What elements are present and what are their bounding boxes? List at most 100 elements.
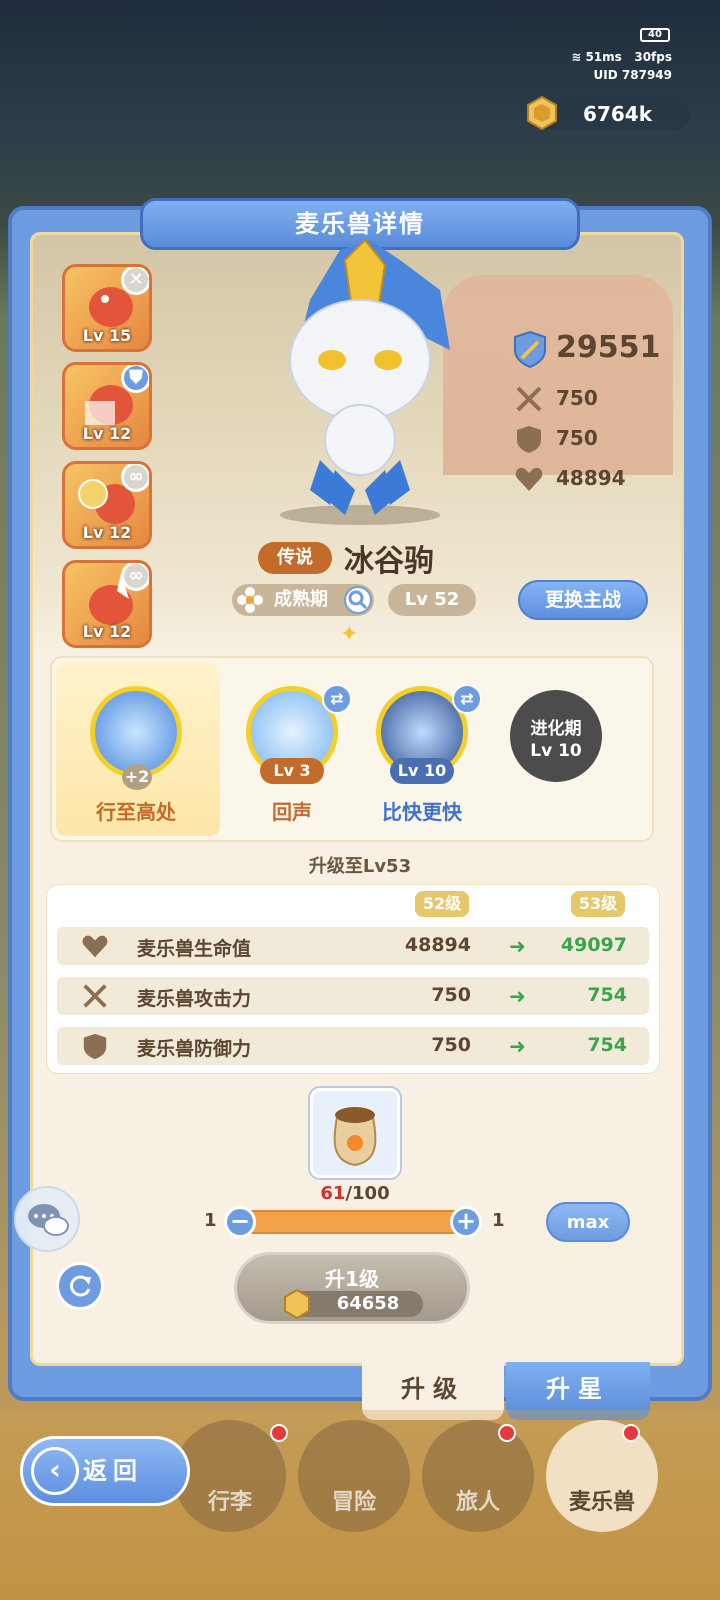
nav-item-traveler[interactable]: 旅人 [422,1420,534,1532]
material-item[interactable] [310,1088,400,1178]
pet-level: Lv 52 [388,584,476,616]
chevron-left-icon: ‹ [31,1447,79,1495]
skill-name: 比快更快 [382,800,462,824]
swap-main-button[interactable]: 更换主战 [518,580,648,620]
swap-skill-icon[interactable]: ⇄ [452,684,482,714]
next-level-tag: 53级 [571,891,625,917]
swords-icon [83,984,107,1008]
stage-pill[interactable]: 成熟期 [232,584,374,616]
skill-bonus-badge: +2 [122,764,152,790]
table-row: 麦乐兽生命值 48894 ➜ 49097 [57,927,649,965]
link-icon: ∞ [121,563,149,591]
skills-panel: +2 行至高处 ⇄ Lv 3 回声 ⇄ Lv 10 比快更快 进化期 Lv 10 [50,656,654,842]
cost-amount: 64658 [336,1293,400,1314]
partner-level: Lv 15 [82,326,132,345]
current-level-tag: 52级 [415,891,469,917]
skill-4-locked: 进化期 Lv 10 [486,658,626,838]
pet-illustration [280,240,450,525]
stat-comparison-table: 52级 53级 麦乐兽生命值 48894 ➜ 49097 麦乐兽攻击力 750 … [46,884,660,1074]
skill-3[interactable]: ⇄ Lv 10 比快更快 [352,658,492,838]
link-icon: ∞ [121,464,149,492]
stat-next: 49097 [560,934,627,956]
coin-balance[interactable]: 6764k [527,96,690,130]
upgrade-title: 升级至Lv53 [308,856,412,877]
nav-item-adventure[interactable]: 冒险 [298,1420,410,1532]
stage-label: 成熟期 [274,589,328,610]
magnifier-icon[interactable] [344,586,372,614]
chat-button[interactable] [14,1186,80,1252]
nav-item-luggage[interactable]: 行李 [174,1420,286,1532]
skill-1[interactable]: +2 行至高处 [66,658,206,838]
slider-min-value: 1 [204,1210,217,1231]
swap-skill-icon[interactable]: ⇄ [322,684,352,714]
power-value: 29551 [556,330,661,365]
stat-name: 麦乐兽生命值 [137,938,252,960]
partner-slot-4[interactable]: Lv 12 ∞ [62,560,152,648]
arrow-right-icon: ➜ [509,984,526,1008]
skill-2[interactable]: ⇄ Lv 3 回声 [222,658,362,838]
partner-level: Lv 12 [82,523,132,542]
minus-button[interactable]: − [224,1206,256,1238]
wifi-icon: ≋ [571,50,582,64]
shield-icon [83,1033,107,1060]
star-icon: ✦ [340,622,359,647]
partner-level: Lv 12 [82,424,132,443]
partner-slot-1[interactable]: Lv 15 ✕ [62,264,152,352]
stat-next: 754 [587,1034,627,1056]
table-row: 麦乐兽攻击力 750 ➜ 754 [57,977,649,1015]
attack-value: 750 [556,386,598,410]
shield-icon [517,426,541,453]
uid-text: UID 787949 [593,68,672,82]
quantity-slider[interactable] [240,1210,466,1234]
shield-icon: ⛊ [121,365,149,393]
slider-max-value: 1 [492,1210,505,1231]
defense-value: 750 [556,426,598,450]
heart-icon [82,935,108,958]
food-bag-icon [333,1107,377,1167]
rarity-badge: 传说 [258,542,332,574]
level-up-cost: 64658 [284,1289,423,1319]
coin-icon [527,96,557,130]
back-button[interactable]: ‹ 返回 [20,1436,190,1506]
status-area: 40 ≋ 51ms 30fps UID 787949 [552,22,672,84]
stat-name: 麦乐兽防御力 [137,1038,252,1060]
material-count: 61/100 [300,1183,410,1204]
partner-slot-2[interactable]: Lv 12 ⛊ [62,362,152,450]
table-row: 麦乐兽防御力 750 ➜ 754 [57,1027,649,1065]
swords-icon [516,386,542,412]
close-icon[interactable]: ✕ [121,267,149,295]
stat-name: 麦乐兽攻击力 [137,988,252,1010]
chat-icon [28,1204,69,1236]
refresh-button[interactable] [56,1262,104,1310]
skill-name: 回声 [272,800,312,824]
fps-text: 30fps [634,50,672,64]
level-up-button[interactable]: 升1级 64658 [234,1252,470,1324]
material-have: 61 [320,1183,346,1204]
flower-icon [237,587,263,613]
stat-current: 48894 [404,934,471,956]
nav-item-pets[interactable]: 麦乐兽 [546,1420,658,1532]
partner-slot-3[interactable]: Lv 12 ∞ [62,461,152,549]
skill-level: Lv 3 [260,758,324,784]
hp-value: 48894 [556,466,626,490]
notification-dot [270,1424,288,1442]
skill-name: 行至高处 [96,800,176,824]
lock-requirement: 进化期 [530,719,582,739]
stat-next: 754 [587,984,627,1006]
arrow-right-icon: ➜ [509,934,526,958]
refresh-icon [70,1275,91,1297]
material-need: /100 [345,1183,390,1204]
partner-level: Lv 12 [82,622,132,641]
skill-level: Lv 10 [390,758,454,784]
stat-current: 750 [431,984,471,1006]
level-up-label: 升1级 [325,1267,379,1291]
notification-dot [498,1424,516,1442]
back-label: 返回 [83,1457,143,1485]
battery-indicator: 40 [640,28,670,42]
plus-button[interactable]: + [450,1206,482,1238]
heart-icon [515,467,543,491]
locked-skill: 进化期 Lv 10 [510,690,602,782]
lock-level: Lv 10 [530,741,582,761]
max-button[interactable]: max [546,1202,630,1242]
coin-amount: 6764k [583,102,652,126]
